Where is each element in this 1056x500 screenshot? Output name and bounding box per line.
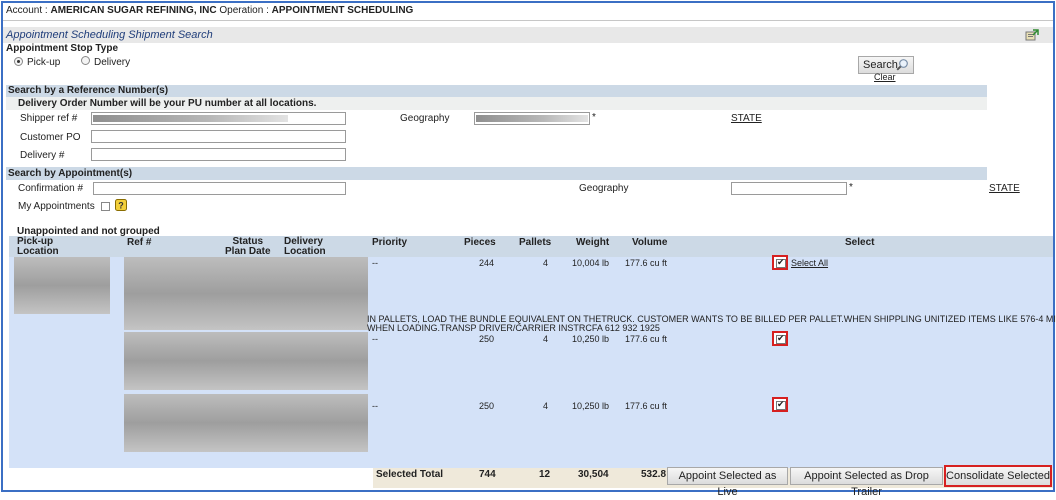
account-value: AMERICAN SUGAR REFINING, INC: [50, 5, 217, 16]
reference-section-header: Search by a Reference Number(s): [6, 85, 987, 97]
appoint-drop-trailer-button[interactable]: Appoint Selected as Drop Trailer: [790, 467, 943, 498]
row1-pieces: 244: [479, 258, 495, 268]
row3-weight: 10,250 lb: [572, 401, 610, 411]
delivery-radio-label: Delivery: [94, 57, 131, 68]
my-appointments-checkbox[interactable]: [101, 202, 110, 211]
required-mark: *: [592, 112, 596, 123]
col-pallets: Pallets: [519, 237, 552, 248]
page-title: Appointment Scheduling Shipment Search: [6, 29, 213, 41]
row2-pieces: 250: [479, 334, 495, 344]
total-pieces: 744: [479, 469, 496, 480]
account-label: Account :: [6, 5, 48, 16]
row2-priority: --: [372, 334, 378, 344]
geography-label: Geography: [400, 113, 450, 124]
row3-pieces: 250: [479, 401, 495, 411]
help-icon[interactable]: ?: [115, 199, 127, 211]
delivery-number-input[interactable]: [91, 148, 346, 161]
appt-geography-label: Geography: [579, 183, 629, 194]
customer-po-label: Customer PO: [20, 132, 81, 143]
account-bar: Account : AMERICAN SUGAR REFINING, INC O…: [6, 5, 413, 16]
search-button-label: Search: [863, 59, 898, 71]
appt-geography-input[interactable]: [731, 182, 847, 195]
row1-priority: --: [372, 258, 378, 268]
total-volume: 532.8: [641, 469, 667, 480]
operation-label: Operation :: [219, 5, 269, 16]
shipper-ref-label: Shipper ref #: [20, 113, 78, 124]
pickup-location-redacted: [14, 257, 110, 314]
col-status: Status Plan Date: [225, 237, 271, 257]
row1-ref-redacted: [124, 257, 368, 330]
col-priority: Priority: [372, 237, 408, 248]
row2-select-checkbox[interactable]: ✔: [772, 331, 788, 346]
row1-pallets: 4: [543, 258, 549, 268]
total-pallets: 12: [539, 469, 551, 480]
divider: [3, 20, 1053, 21]
shipper-ref-input[interactable]: [91, 112, 346, 125]
col-pieces: Pieces: [464, 237, 496, 248]
row2-weight: 10,250 lb: [572, 334, 610, 344]
appoint-live-button[interactable]: Appoint Selected as Live: [667, 467, 788, 498]
row1-instructions-line2: WHEN LOADING.TRANSP DRIVER/CARRIER INSTR…: [367, 323, 660, 333]
delivery-number-label: Delivery #: [20, 150, 65, 161]
selected-total-label: Selected Total: [376, 469, 444, 480]
appt-state-link[interactable]: STATE: [989, 183, 1020, 194]
col-pickup-line2: Location: [17, 246, 59, 257]
check-icon: ✔: [777, 399, 785, 409]
row3-priority: --: [372, 401, 378, 411]
row1-weight: 10,004 lb: [572, 258, 610, 268]
select-all-link[interactable]: Select All: [791, 258, 828, 268]
appointment-section-header: Search by Appointment(s): [6, 167, 987, 180]
row3-select-checkbox[interactable]: ✔: [772, 397, 788, 412]
total-weight: 30,504: [578, 469, 609, 480]
export-icon[interactable]: [1025, 29, 1039, 41]
delivery-radio[interactable]: [81, 56, 90, 65]
confirmation-input[interactable]: [93, 182, 346, 195]
confirmation-label: Confirmation #: [18, 183, 84, 194]
col-pickup: Pick-up Location: [17, 237, 59, 257]
geography-input[interactable]: [474, 112, 590, 125]
pickup-radio-label: Pick-up: [27, 57, 61, 68]
row3-volume: 177.6 cu ft: [625, 401, 668, 411]
col-status-line2: Plan Date: [225, 246, 271, 257]
col-weight: Weight: [576, 237, 610, 248]
row1-select-checkbox[interactable]: ✔: [772, 255, 788, 270]
my-appointments-label: My Appointments: [18, 201, 95, 212]
pickup-radio[interactable]: [14, 57, 23, 66]
svg-text:?: ?: [118, 201, 124, 211]
check-icon: ✔: [777, 257, 785, 267]
col-ref: Ref #: [127, 237, 152, 248]
row1-volume: 177.6 cu ft: [625, 258, 668, 268]
row3-pallets: 4: [543, 401, 549, 411]
state-link[interactable]: STATE: [731, 113, 762, 124]
col-delivery-line2: Location: [284, 246, 326, 257]
consolidate-selected-button[interactable]: Consolidate Selected: [944, 465, 1052, 487]
row2-ref-redacted: [124, 332, 368, 390]
check-icon: ✔: [777, 333, 785, 343]
row2-volume: 177.6 cu ft: [625, 334, 668, 344]
operation-value: APPOINTMENT SCHEDULING: [271, 5, 414, 16]
search-icon: [896, 58, 909, 76]
stop-type-title: Appointment Stop Type: [6, 43, 119, 54]
appt-required-mark: *: [849, 182, 853, 193]
clear-link[interactable]: Clear: [874, 72, 896, 82]
row2-pallets: 4: [543, 334, 549, 344]
customer-po-input[interactable]: [91, 130, 346, 143]
col-volume: Volume: [632, 237, 668, 248]
reference-note: Delivery Order Number will be your PU nu…: [6, 97, 987, 110]
col-select: Select: [845, 237, 875, 248]
col-delivery: Delivery Location: [284, 237, 326, 257]
app-frame: Account : AMERICAN SUGAR REFINING, INC O…: [1, 1, 1056, 498]
row3-ref-redacted: [124, 394, 368, 452]
